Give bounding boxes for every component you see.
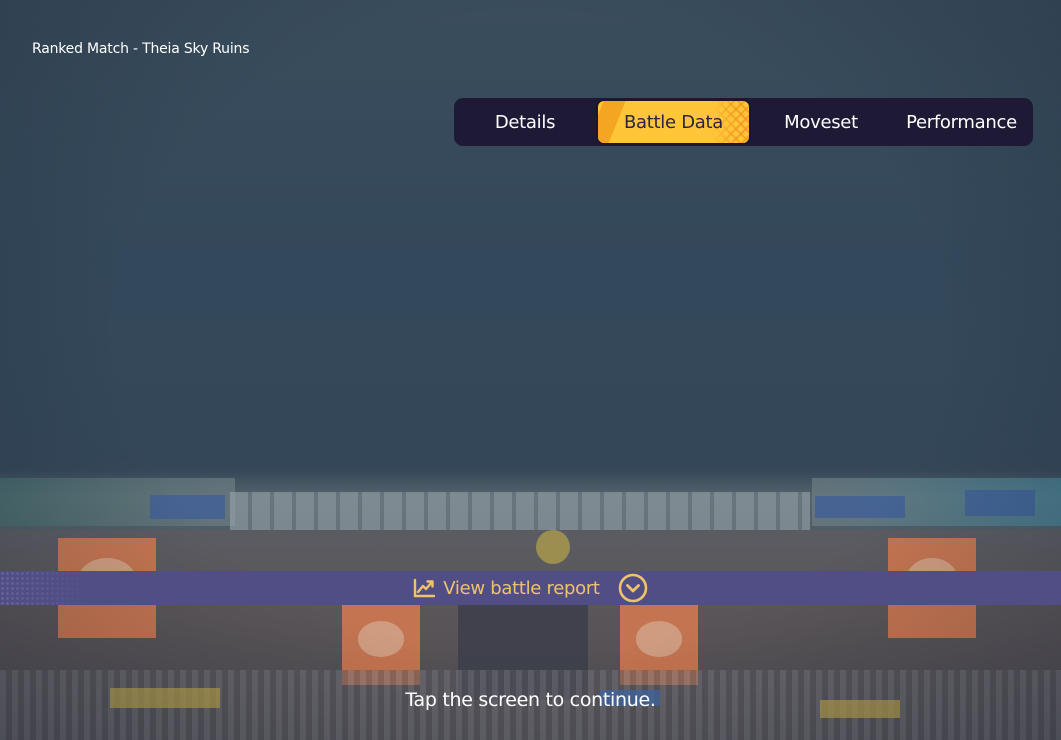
chevron-down-circle-icon[interactable] [618, 573, 648, 603]
tab-moveset[interactable]: Moveset [752, 98, 890, 146]
tab-battle-data[interactable]: Battle Data [596, 99, 751, 145]
tab-details[interactable]: Details [454, 98, 596, 146]
tab-battle-data-label: Battle Data [624, 111, 723, 133]
tap-to-continue-prompt: Tap the screen to continue. [405, 689, 656, 711]
battle-report-bar: View battle report [0, 571, 1061, 605]
tab-performance[interactable]: Performance [890, 98, 1033, 146]
tab-bar: Details Battle Data Moveset Performance [454, 98, 1033, 146]
match-title: Ranked Match - Theia Sky Ruins [32, 41, 250, 57]
view-battle-report-label: View battle report [443, 577, 600, 599]
line-chart-icon [413, 578, 436, 598]
view-battle-report-button[interactable]: View battle report [413, 573, 647, 603]
